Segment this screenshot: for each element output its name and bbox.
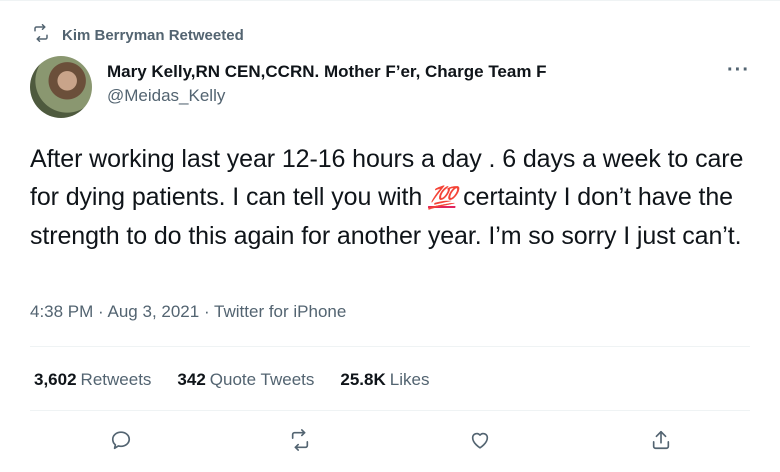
hundred-points-emoji: 💯 [427, 185, 458, 210]
quote-tweets-count: 342 [177, 370, 206, 389]
retweet-button[interactable] [282, 424, 318, 460]
tweet-time[interactable]: 4:38 PM [30, 302, 93, 321]
tweet-actions [0, 424, 780, 460]
reply-button[interactable] [103, 424, 139, 460]
avatar[interactable] [30, 56, 92, 118]
quote-tweets-label: Quote Tweets [209, 370, 315, 389]
author-block: Mary Kelly,RN CEN,CCRN. Mother F’er, Cha… [107, 62, 547, 106]
tweet-date[interactable]: Aug 3, 2021 [108, 302, 200, 321]
tweet-meta: 4:38 PM · Aug 3, 2021 · Twitter for iPho… [30, 302, 346, 322]
reply-icon [110, 429, 132, 456]
tweet-stats: 3,602 Retweets 342 Quote Tweets 25.8K Likes [34, 370, 429, 390]
divider [30, 410, 750, 411]
retweeted-by[interactable]: Kim Berryman Retweeted [32, 24, 244, 46]
divider [30, 346, 750, 347]
more-options-icon[interactable]: ··· [727, 60, 750, 80]
likes-label: Likes [389, 370, 430, 389]
retweet-icon [289, 428, 311, 456]
retweet-icon [32, 24, 50, 46]
like-button[interactable] [462, 424, 498, 460]
retweets-label: Retweets [80, 370, 152, 389]
retweets-count: 3,602 [34, 370, 77, 389]
retweets-stat[interactable]: 3,602 Retweets [34, 370, 151, 390]
author-handle[interactable]: @Meidas_Kelly [107, 86, 547, 106]
likes-count: 25.8K [340, 370, 386, 389]
author-name[interactable]: Mary Kelly,RN CEN,CCRN. Mother F’er, Cha… [107, 62, 547, 82]
top-divider [0, 0, 780, 1]
share-button[interactable] [643, 424, 679, 460]
tweet-source[interactable]: Twitter for iPhone [214, 302, 346, 321]
heart-icon [469, 429, 491, 456]
share-icon [650, 429, 672, 456]
likes-stat[interactable]: 25.8K Likes [340, 370, 429, 390]
quote-tweets-stat[interactable]: 342 Quote Tweets [177, 370, 314, 390]
meta-separator: · [203, 302, 210, 321]
tweet-text: After working last year 12-16 hours a da… [30, 140, 750, 255]
meta-separator: · [98, 302, 104, 321]
retweeted-by-label: Kim Berryman Retweeted [62, 26, 244, 44]
